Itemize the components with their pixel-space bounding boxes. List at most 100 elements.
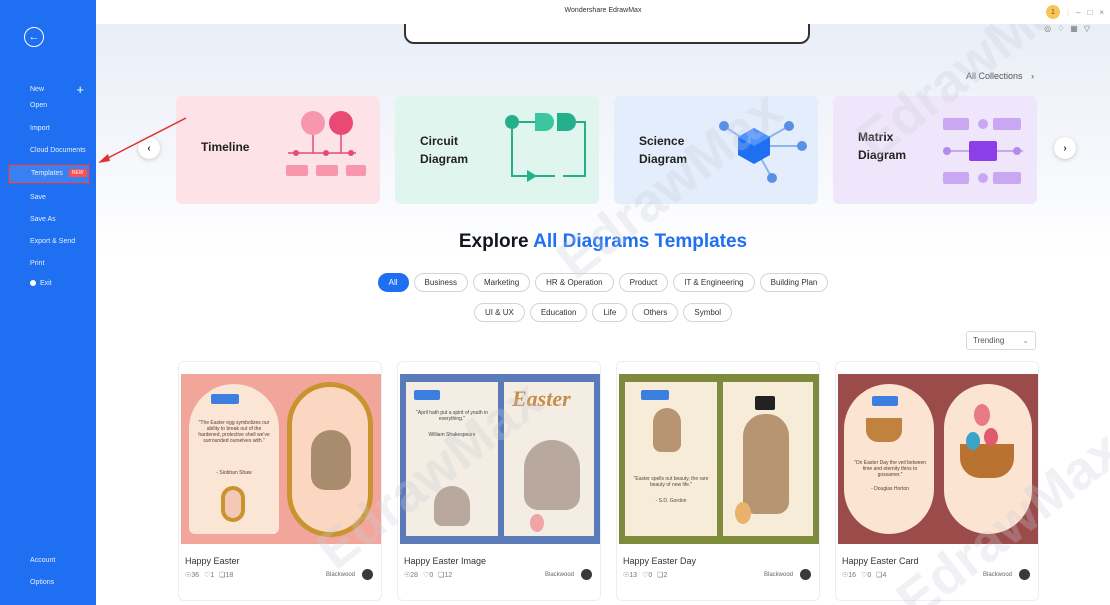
template-name: Happy Easter Image — [404, 556, 487, 566]
sidebar-item-label: Templates — [31, 170, 63, 177]
collection-card-timeline[interactable]: Timeline — [176, 96, 380, 204]
template-author: Blackwood — [544, 572, 574, 578]
app-title: Wondershare EdrawMax — [564, 7, 642, 14]
thumbnail-author: William Shakespeare — [428, 432, 476, 438]
sidebar-item-cloud-documents[interactable]: Cloud Documents — [8, 141, 90, 161]
filter-chip-symbol[interactable]: Symbol — [683, 303, 733, 322]
template-card[interactable]: "The Easter egg symbolizes our ability t… — [178, 361, 382, 601]
sort-value: Trending — [973, 336, 1005, 345]
sidebar-item-label: Account — [30, 557, 56, 564]
sidebar-item-label: Options — [30, 579, 55, 586]
chevron-right-icon: › — [1031, 71, 1034, 81]
template-thumbnail: "On Easter Day the veil between time and… — [838, 374, 1038, 544]
template-stats: ☉36 ♡1 ❏18 — [185, 571, 233, 579]
all-collections-label: All Collections — [965, 71, 1023, 81]
title-accent: All Diagrams Templates — [533, 231, 748, 252]
copies-count: 12 — [444, 572, 453, 579]
template-card[interactable]: "April hath put a spirit of youth in eve… — [397, 361, 601, 601]
title-prefix: Explore — [458, 231, 529, 252]
template-thumbnail: "April hath put a spirit of youth in eve… — [400, 374, 600, 544]
sidebar-item-exit[interactable]: Exit — [8, 274, 90, 294]
chevron-down-icon: ⌄ — [1022, 336, 1029, 345]
copies-count: 2 — [663, 572, 668, 579]
notification-icon[interactable]: ◎ — [1044, 24, 1051, 33]
views-count: 16 — [848, 572, 857, 579]
user-icon[interactable]: ▽ — [1084, 24, 1090, 33]
sidebar-item-save[interactable]: Save — [8, 188, 90, 208]
sidebar-item-options[interactable]: Options — [8, 573, 90, 593]
filter-chip-life[interactable]: Life — [592, 303, 628, 322]
collection-card-science-diagram[interactable]: Science Diagram — [614, 96, 818, 204]
views-count: 28 — [410, 572, 419, 579]
matrix-illustration — [943, 118, 1023, 184]
maximize-icon[interactable]: □ — [1087, 8, 1092, 17]
user-points-badge[interactable]: 1 — [1045, 5, 1060, 19]
template-stats: ☉13 ♡0 ❏2 — [623, 571, 667, 579]
filter-chip-others[interactable]: Others — [632, 303, 679, 322]
filter-chips-row-1: All Business Marketing HR & Operation Pr… — [96, 273, 1110, 292]
sidebar-item-save-as[interactable]: Save As — [8, 210, 90, 230]
collection-card-matrix-diagram[interactable]: Matrix Diagram — [833, 96, 1037, 204]
thumbnail-author: - S.D. Gordon — [655, 498, 687, 504]
thumbnail-quote: "Easter spells out beauty, the rare beau… — [633, 476, 709, 488]
template-card[interactable]: "On Easter Day the veil between time and… — [835, 361, 1039, 601]
sidebar-item-label: Print — [30, 260, 45, 267]
filter-chip-business[interactable]: Business — [413, 273, 469, 292]
template-name: Happy Easter Day — [623, 556, 697, 566]
app-window: ← New + Open Import Cloud Documents Temp… — [0, 0, 1110, 605]
close-icon[interactable]: × — [1099, 8, 1104, 17]
new-badge: NEW — [68, 169, 87, 177]
thumbnail-author: - Siobhan Shaw — [216, 470, 252, 476]
sidebar-item-import[interactable]: Import — [8, 119, 90, 139]
bell-icon[interactable]: ♢ — [1057, 24, 1064, 33]
filter-chip-it-engineering[interactable]: IT & Engineering — [673, 273, 755, 292]
thumbnail-title: Easter — [512, 386, 571, 411]
template-card[interactable]: "Easter spells out beauty, the rare beau… — [616, 361, 820, 601]
collection-card-circuit-diagram[interactable]: Circuit Diagram — [395, 96, 599, 204]
toolbar-icons: ◎ ♢ ▦ ▽ — [1044, 24, 1090, 33]
likes-count: 1 — [210, 572, 215, 579]
filter-chip-ui-ux[interactable]: UI & UX — [473, 303, 525, 322]
sidebar-item-account[interactable]: Account — [8, 551, 90, 571]
sidebar-item-label: Import — [30, 125, 50, 132]
sort-dropdown[interactable]: Trending ⌄ — [966, 331, 1036, 350]
sidebar-item-label: New — [30, 86, 45, 93]
template-stats: ☉28 ♡0 ❏12 — [404, 571, 452, 579]
sidebar-item-print[interactable]: Print — [8, 254, 90, 274]
thumbnail-quote: "April hath put a spirit of youth in eve… — [416, 410, 488, 422]
window-controls: 1 | – □ × — [1045, 5, 1104, 19]
minimize-icon[interactable]: – — [1076, 8, 1080, 17]
carousel-prev-button[interactable]: ‹ — [138, 137, 160, 159]
filter-chip-all[interactable]: All — [377, 273, 409, 292]
template-stats: ☉16 ♡0 ❏4 — [842, 571, 886, 579]
likes-count: 0 — [867, 572, 872, 579]
copies-count: 4 — [882, 572, 887, 579]
title-bar: Wondershare EdrawMax 1 | – □ × — [96, 0, 1110, 24]
filter-chip-building-plan[interactable]: Building Plan — [759, 273, 829, 292]
filter-chips-row-2: UI & UX Education Life Others Symbol — [96, 303, 1110, 322]
likes-count: 0 — [429, 572, 434, 579]
apps-icon[interactable]: ▦ — [1070, 24, 1078, 33]
views-count: 36 — [191, 572, 200, 579]
sidebar-item-label: Export & Send — [30, 238, 76, 245]
avatar — [800, 569, 811, 580]
sidebar-item-export-send[interactable]: Export & Send — [8, 232, 90, 252]
sidebar-item-templates[interactable]: Templates NEW — [8, 164, 90, 184]
avatar — [1019, 569, 1030, 580]
sidebar-item-open[interactable]: Open — [8, 96, 90, 116]
filter-chip-marketing[interactable]: Marketing — [473, 273, 531, 292]
thumbnail-author: - Douglas Horton — [871, 486, 909, 492]
likes-count: 0 — [648, 572, 653, 579]
back-arrow-icon[interactable]: ← — [24, 27, 44, 47]
filter-chip-hr-operation[interactable]: HR & Operation — [535, 273, 614, 292]
science-illustration — [719, 121, 807, 183]
copies-count: 18 — [225, 572, 234, 579]
filter-chip-product[interactable]: Product — [618, 273, 669, 292]
circuit-illustration — [505, 113, 586, 182]
filter-chip-education[interactable]: Education — [529, 303, 588, 322]
search-input[interactable] — [404, 24, 810, 44]
template-author: Blackwood — [763, 572, 793, 578]
timeline-illustration — [286, 111, 366, 176]
carousel-next-button[interactable]: › — [1054, 137, 1076, 159]
all-collections-link[interactable]: All Collections › — [966, 71, 1034, 81]
